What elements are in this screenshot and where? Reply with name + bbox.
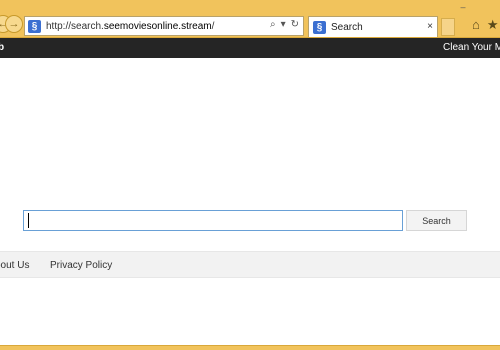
browser-toolbar: – ← → § http://search.seemoviesonline.st…	[0, 0, 500, 38]
browser-bottom-frame	[0, 345, 500, 350]
dropdown-icon[interactable]: ▾	[281, 19, 286, 30]
about-us-link[interactable]: bout Us	[0, 260, 29, 271]
search-button[interactable]: Search	[406, 210, 467, 231]
site-favicon-icon: §	[28, 19, 41, 33]
site-brand[interactable]: b	[0, 42, 4, 53]
url-suffix: /	[211, 20, 215, 32]
new-tab-button[interactable]	[441, 18, 455, 36]
site-header-bar: b Clean Your Ma	[0, 38, 500, 58]
refresh-icon[interactable]: ↻	[291, 19, 299, 30]
url-text[interactable]: http://search.seemoviesonline.stream/	[46, 21, 214, 32]
clean-your-mac-link[interactable]: Clean Your Ma	[443, 42, 500, 53]
footer-bar: bout Us Privacy Policy	[0, 251, 500, 278]
home-icon[interactable]: ⌂	[472, 17, 480, 33]
browser-tab[interactable]: § Search ×	[308, 16, 438, 37]
tab-favicon-icon: §	[313, 20, 326, 34]
tab-close-icon[interactable]: ×	[427, 21, 433, 32]
window-minimize-button[interactable]: –	[452, 0, 474, 14]
privacy-policy-link[interactable]: Privacy Policy	[50, 260, 112, 271]
favorites-star-icon[interactable]: ★	[487, 17, 499, 33]
search-icon[interactable]: ⌕	[270, 19, 276, 30]
minimize-icon: –	[460, 2, 466, 12]
search-input[interactable]	[23, 210, 403, 231]
url-domain: seemoviesonline.stream	[103, 20, 212, 32]
tab-title: Search	[331, 21, 363, 33]
address-bar[interactable]: § http://search.seemoviesonline.stream/ …	[24, 16, 304, 36]
url-prefix: http://search.	[46, 20, 104, 32]
arrow-right-icon: →	[8, 18, 20, 30]
text-cursor	[28, 213, 29, 228]
forward-button[interactable]: →	[5, 15, 23, 33]
